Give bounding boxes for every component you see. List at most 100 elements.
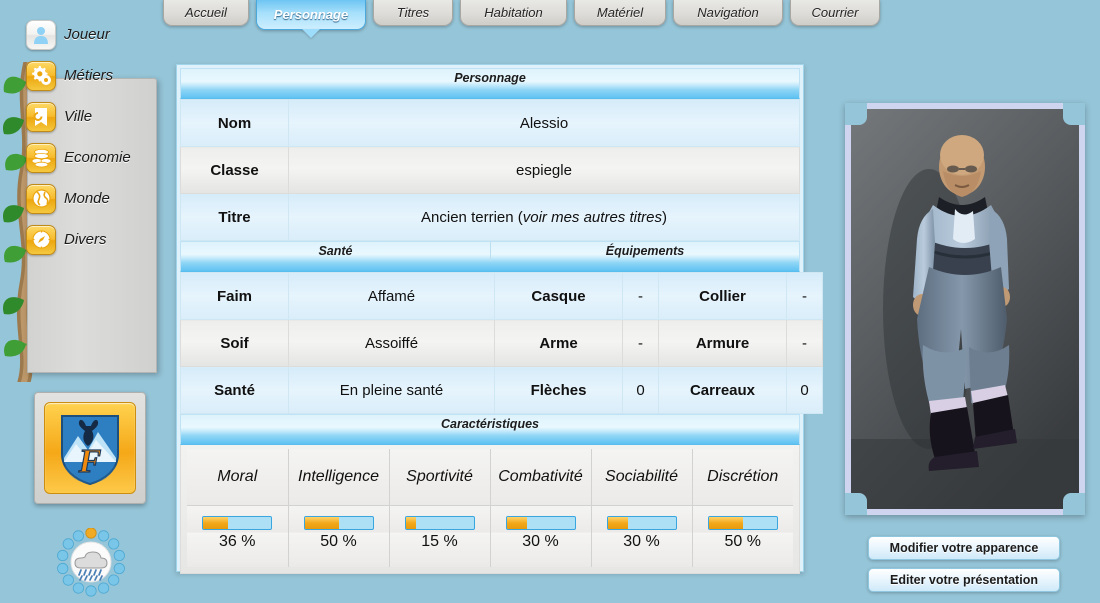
editer-presentation-button[interactable]: Editer votre présentation (868, 568, 1060, 592)
sante-equipement-row: Faim Affamé Casque - Collier - (180, 272, 823, 320)
sante-equipement-row: Santé En pleine santé Flèches 0 Carreaux 0 (180, 366, 823, 414)
stat-percent: 36 % (187, 533, 289, 567)
equipement-label: Casque (494, 272, 623, 320)
personnage-row-label: Classe (180, 146, 289, 194)
weather-dot (113, 562, 125, 575)
nav-tab-matriel[interactable]: Matériel (574, 0, 666, 26)
sidebar-item-monde[interactable]: Monde (26, 178, 166, 219)
stat-meter-cell (389, 505, 491, 533)
sidebar-item-label: Ville (64, 108, 93, 125)
personnage-row: Titre Ancien terrien (voir mes autres tit… (180, 193, 800, 241)
personnage-row-label: Titre (180, 193, 289, 241)
sante-label: Soif (180, 319, 289, 367)
equipements-section-title: Équipements (490, 242, 799, 261)
stat-meter-cell (187, 505, 289, 533)
stat-percent: 30 % (591, 533, 693, 567)
caracteristiques-section-title: Caractéristiques (441, 417, 539, 431)
stat-meter (303, 516, 374, 531)
voir-autres-titres-link[interactable]: voir mes autres titres (523, 209, 662, 226)
stat-meter-fill (607, 517, 628, 530)
frame-corner-bottom-left (845, 493, 867, 515)
sidebar-item-mtiers[interactable]: Métiers (26, 55, 166, 96)
emblem-shield: F (44, 402, 136, 494)
frame-corner-top-right (1063, 103, 1085, 125)
active-tab-pointer (302, 29, 320, 38)
sante-equipements-table: Faim Affamé Casque - Collier - Soif Assoiffé Arm… (180, 272, 823, 414)
equipement-value: 0 (622, 366, 659, 414)
mountain-chamois-emblem-icon: F (61, 415, 119, 486)
stat-name: Moral (187, 449, 289, 506)
equipement-value: - (622, 272, 659, 320)
nav-tab-personnage[interactable]: Personnage (256, 0, 366, 30)
weather-dot (57, 562, 69, 575)
compass-icon (26, 224, 56, 255)
sidebar-menu: Joueur Métiers Ville Economie Monde Divers (26, 14, 166, 260)
nav-tab-navigation[interactable]: Navigation (673, 0, 783, 26)
weather-dot (57, 549, 69, 562)
weather-dot (85, 585, 97, 597)
nav-tab-courrier[interactable]: Courrier (790, 0, 880, 26)
stat-name: Intelligence (288, 449, 390, 506)
sidebar-item-label: Joueur (64, 26, 110, 43)
personnage-table: Nom Alessio Classe espiegle Titre Ancien terr… (180, 99, 800, 241)
equipement-value: - (786, 272, 823, 320)
nav-tab-accueil[interactable]: Accueil (163, 0, 249, 26)
personnage-section-header: Personnage (180, 68, 800, 99)
sante-label: Santé (180, 366, 289, 414)
personnage-row: Classe espiegle (180, 146, 800, 194)
sante-equipements-block: Santé Équipements Faim Affamé Casque - Colli… (180, 241, 823, 414)
stat-meter (707, 516, 778, 531)
character-portrait-image (851, 109, 1079, 509)
weather-widget[interactable] (48, 527, 134, 598)
editer-presentation-label: Editer votre présentation (890, 573, 1038, 587)
nav-tab-titres[interactable]: Titres (373, 0, 453, 26)
equipement-label: Arme (494, 319, 623, 367)
weather-dot (113, 549, 125, 562)
frame-corner-bottom-right (1063, 493, 1085, 515)
equipement-label: Carreaux (658, 366, 787, 414)
stat-meter-cell (692, 505, 793, 533)
personnage-section-title: Personnage (454, 71, 526, 85)
caracteristiques-table: Moral Intelligence Sportivité Combativité So… (187, 449, 793, 567)
stat-name: Sportivité (389, 449, 491, 506)
globe-icon (26, 183, 56, 214)
sidebar-item-label: Métiers (64, 67, 114, 84)
stat-meter (404, 516, 475, 531)
stat-meter-fill (304, 517, 339, 530)
caracteristiques-grid-wrap: Moral Intelligence Sportivité Combativité So… (180, 445, 800, 574)
caracteristiques-block: Caractéristiques Moral Intelligence Sporti… (180, 414, 800, 574)
emblem-box[interactable]: F (34, 392, 146, 504)
svg-text:F: F (78, 443, 102, 480)
sante-label: Faim (180, 272, 289, 320)
nav-tab-label: Matériel (596, 5, 644, 20)
nav-tab-label: Courrier (811, 5, 859, 20)
nav-tab-habitation[interactable]: Habitation (460, 0, 567, 26)
stat-percent: 50 % (692, 533, 793, 567)
character-sheet-panel: Personnage Nom Alessio Classe espiegle Titre… (176, 64, 823, 574)
sante-value: En pleine santé (288, 366, 495, 414)
sante-value: Assoiffé (288, 319, 495, 367)
stat-meter-fill (506, 517, 527, 530)
player-icon (26, 19, 56, 50)
equipement-value: - (622, 319, 659, 367)
sante-value: Affamé (288, 272, 495, 320)
stat-name: Combativité (490, 449, 592, 506)
sidebar-item-divers[interactable]: Divers (26, 219, 166, 260)
sidebar-item-joueur[interactable]: Joueur (26, 14, 166, 55)
modifier-apparence-button[interactable]: Modifier votre apparence (868, 536, 1060, 560)
stat-meter-cell (591, 505, 693, 533)
weather-dot (85, 527, 97, 539)
sidebar-item-economie[interactable]: Economie (26, 137, 166, 178)
stat-name: Discrétion (692, 449, 793, 506)
sidebar-item-ville[interactable]: Ville (26, 96, 166, 137)
coins-icon (26, 142, 56, 173)
weather-dot (97, 582, 110, 594)
stat-meter (505, 516, 576, 531)
equipement-value: - (786, 319, 823, 367)
stat-meter-cell (288, 505, 390, 533)
sante-equipement-row: Soif Assoiffé Arme - Armure - (180, 319, 823, 367)
stat-percent: 30 % (490, 533, 592, 567)
personnage-row-value: Ancien terrien (voir mes autres titres) (288, 193, 800, 241)
equipement-value: 0 (786, 366, 823, 414)
stat-meter-cell (490, 505, 592, 533)
